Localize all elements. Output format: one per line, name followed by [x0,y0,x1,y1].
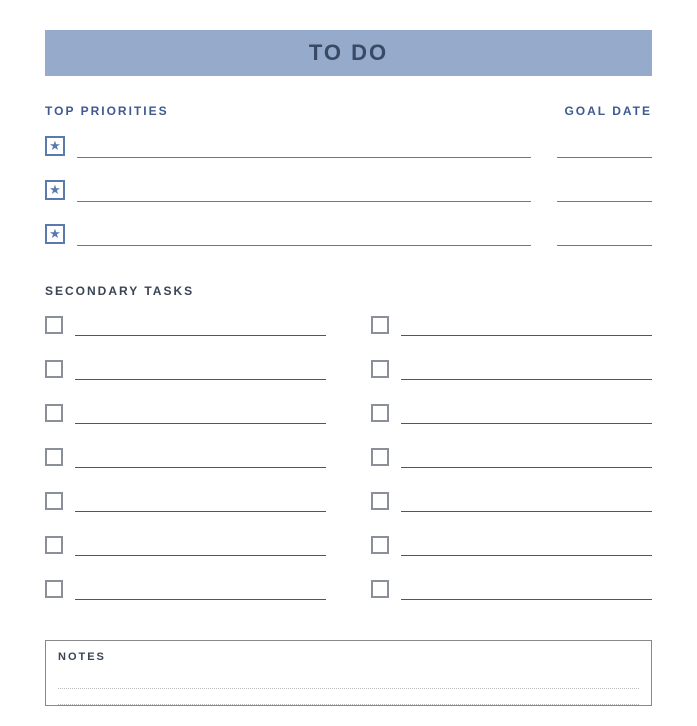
task-checkbox[interactable] [371,316,389,334]
task-input[interactable] [75,318,326,336]
secondary-row [371,492,652,512]
task-input[interactable] [75,494,326,512]
top-priorities-label: TOP PRIORITIES [45,104,169,118]
task-checkbox[interactable] [45,448,63,466]
priority-row: ★ [45,180,652,202]
secondary-row [45,580,326,600]
task-input[interactable] [401,406,652,424]
priority-input[interactable] [77,226,531,246]
secondary-col-left [45,316,326,600]
task-input[interactable] [401,538,652,556]
task-input[interactable] [401,494,652,512]
star-checkbox[interactable]: ★ [45,136,65,156]
priority-input[interactable] [77,138,531,158]
secondary-row [371,580,652,600]
goal-date-label: GOAL DATE [564,104,652,118]
task-checkbox[interactable] [45,316,63,334]
notes-section: NOTES [45,640,652,706]
goal-date-input[interactable] [557,226,652,246]
secondary-row [371,316,652,336]
task-input[interactable] [75,450,326,468]
secondary-row [45,536,326,556]
secondary-row [371,448,652,468]
priority-row: ★ [45,136,652,158]
secondary-col-right [371,316,652,600]
notes-line[interactable] [58,673,639,689]
goal-date-input[interactable] [557,182,652,202]
star-checkbox[interactable]: ★ [45,180,65,200]
secondary-row [45,316,326,336]
task-checkbox[interactable] [371,492,389,510]
task-checkbox[interactable] [45,404,63,422]
task-checkbox[interactable] [45,492,63,510]
task-input[interactable] [75,406,326,424]
header-bar: TO DO [45,30,652,76]
star-checkbox[interactable]: ★ [45,224,65,244]
notes-line[interactable] [58,689,639,705]
secondary-section: SECONDARY TASKS [45,284,652,600]
secondary-tasks-label: SECONDARY TASKS [45,284,652,298]
star-icon: ★ [49,183,61,196]
secondary-row [45,404,326,424]
secondary-row [45,492,326,512]
task-checkbox[interactable] [45,360,63,378]
task-checkbox[interactable] [371,448,389,466]
star-icon: ★ [49,139,61,152]
task-input[interactable] [75,362,326,380]
task-checkbox[interactable] [45,536,63,554]
task-input[interactable] [75,582,326,600]
secondary-grid [45,316,652,600]
task-input[interactable] [401,362,652,380]
priority-row: ★ [45,224,652,246]
notes-label: NOTES [58,651,639,663]
secondary-row [371,360,652,380]
priorities-list: ★ ★ ★ [45,136,652,246]
task-input[interactable] [75,538,326,556]
task-checkbox[interactable] [371,404,389,422]
page-title: TO DO [45,40,652,66]
priorities-header-row: TOP PRIORITIES GOAL DATE [45,104,652,118]
secondary-row [45,360,326,380]
task-checkbox[interactable] [371,580,389,598]
task-input[interactable] [401,450,652,468]
secondary-row [371,536,652,556]
goal-date-input[interactable] [557,138,652,158]
secondary-row [371,404,652,424]
todo-page: TO DO TOP PRIORITIES GOAL DATE ★ ★ ★ SEC… [0,0,697,706]
task-checkbox[interactable] [371,360,389,378]
task-checkbox[interactable] [371,536,389,554]
task-input[interactable] [401,318,652,336]
secondary-row [45,448,326,468]
priority-input[interactable] [77,182,531,202]
task-checkbox[interactable] [45,580,63,598]
task-input[interactable] [401,582,652,600]
star-icon: ★ [49,227,61,240]
